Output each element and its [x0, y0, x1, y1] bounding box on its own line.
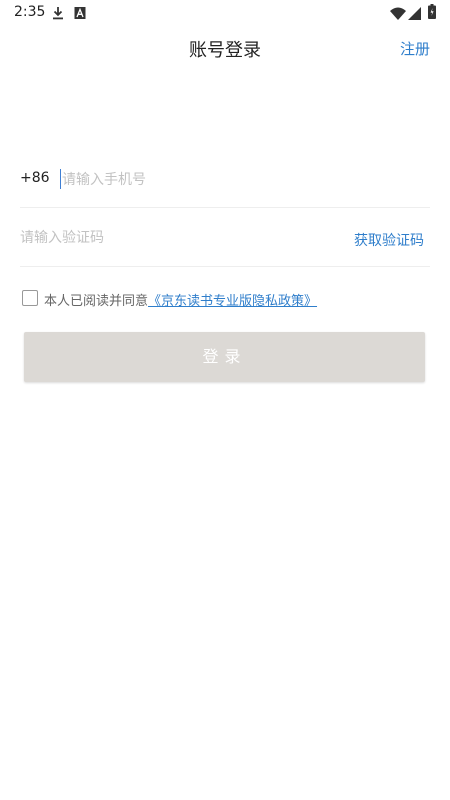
- text-cursor: [60, 169, 61, 189]
- download-icon: [52, 5, 64, 24]
- agreement-text: 本人已阅读并同意《京东读书专业版隐私政策》: [44, 290, 317, 309]
- phone-input[interactable]: [62, 166, 422, 194]
- divider: [20, 266, 430, 267]
- status-bar: 2:35: [0, 0, 450, 24]
- agreement-row: 本人已阅读并同意《京东读书专业版隐私政策》: [22, 288, 432, 310]
- signal-icon: [408, 5, 421, 24]
- verification-code-input[interactable]: [20, 224, 320, 252]
- phone-row: +86: [20, 160, 430, 206]
- verification-code-row: 获取验证码: [20, 220, 430, 266]
- page-title: 账号登录: [189, 40, 261, 61]
- title-bar: 账号登录 注册: [0, 24, 450, 70]
- wifi-icon: [390, 5, 406, 24]
- register-link[interactable]: 注册: [400, 38, 430, 59]
- login-button[interactable]: 登录: [24, 332, 425, 382]
- agreement-label: 本人已阅读并同意: [44, 294, 149, 309]
- a-notification-icon: [74, 5, 86, 24]
- battery-icon: [428, 4, 436, 23]
- status-time: 2:35: [14, 4, 46, 20]
- divider: [20, 207, 430, 208]
- agreement-checkbox[interactable]: [22, 290, 38, 306]
- country-code-prefix[interactable]: +86: [20, 170, 50, 186]
- get-code-button[interactable]: 获取验证码: [354, 230, 424, 250]
- privacy-policy-link[interactable]: 《京东读书专业版隐私政策》: [148, 294, 317, 309]
